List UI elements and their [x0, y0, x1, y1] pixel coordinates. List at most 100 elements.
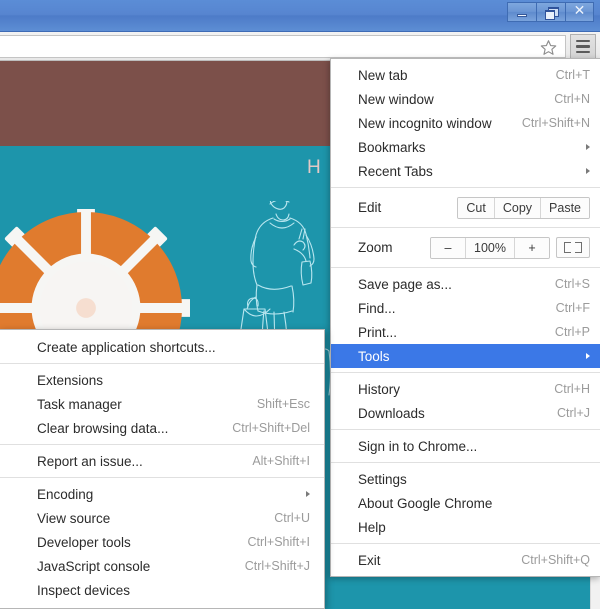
tools-item-extensions[interactable]: Extensions: [0, 368, 324, 392]
tools-item-javascript-console[interactable]: JavaScript console Ctrl+Shift+J: [0, 554, 324, 578]
menu-item-accel: Ctrl+T: [556, 68, 590, 82]
tools-group-report: Report an issue... Alt+Shift+I: [0, 449, 324, 473]
tools-separator: [0, 444, 324, 445]
menu-item-label: Sign in to Chrome...: [358, 439, 477, 454]
menu-item-find[interactable]: Find... Ctrl+F: [331, 296, 600, 320]
menu-item-label: Bookmarks: [358, 140, 426, 155]
menu-item-label: History: [358, 382, 400, 397]
menu-separator: [331, 227, 600, 228]
menu-item-accel: Ctrl+N: [554, 92, 590, 106]
close-button[interactable]: ✕: [565, 2, 594, 22]
menu-group-new: New tab Ctrl+T New window Ctrl+N New inc…: [331, 63, 600, 183]
tools-separator: [0, 363, 324, 364]
window-controls: ✕: [507, 1, 594, 23]
menu-item-tools[interactable]: Tools: [331, 344, 600, 368]
menu-item-downloads[interactable]: Downloads Ctrl+J: [331, 401, 600, 425]
menu-row-zoom: Zoom – 100% +: [331, 232, 600, 263]
tools-group-shortcuts: Create application shortcuts...: [0, 335, 324, 359]
copy-button[interactable]: Copy: [495, 198, 541, 218]
menu-item-exit[interactable]: Exit Ctrl+Shift+Q: [331, 548, 600, 572]
menu-item-sign-in-to-chrome[interactable]: Sign in to Chrome...: [331, 434, 600, 458]
menu-group-signin: Sign in to Chrome...: [331, 434, 600, 458]
menu-item-accel: Ctrl+H: [554, 382, 590, 396]
edit-button-group: Cut Copy Paste: [457, 197, 590, 219]
tools-item-label: Report an issue...: [37, 454, 143, 469]
menu-item-accel: Ctrl+Shift+Q: [521, 553, 590, 567]
menu-separator: [331, 187, 600, 188]
menu-item-print[interactable]: Print... Ctrl+P: [331, 320, 600, 344]
tools-item-label: Task manager: [37, 397, 122, 412]
menu-separator: [331, 372, 600, 373]
tools-item-label: Inspect devices: [37, 583, 130, 598]
menu-item-history[interactable]: History Ctrl+H: [331, 377, 600, 401]
menu-item-label: About Google Chrome: [358, 496, 492, 511]
menu-item-new-window[interactable]: New window Ctrl+N: [331, 87, 600, 111]
menu-item-recent-tabs[interactable]: Recent Tabs: [331, 159, 600, 183]
window-titlebar: ✕: [0, 0, 600, 32]
zoom-in-button[interactable]: +: [515, 238, 549, 258]
menu-item-new-incognito-window[interactable]: New incognito window Ctrl+Shift+N: [331, 111, 600, 135]
edit-row-label: Edit: [358, 200, 381, 215]
menu-item-label: Downloads: [358, 406, 425, 421]
bookmark-star-icon[interactable]: [540, 39, 557, 56]
site-header-letter: H: [307, 157, 321, 179]
menu-item-label: Find...: [358, 301, 396, 316]
tools-item-accel: Alt+Shift+I: [252, 454, 310, 468]
restore-button[interactable]: [536, 2, 565, 22]
paste-button[interactable]: Paste: [541, 198, 589, 218]
tools-item-label: Developer tools: [37, 535, 131, 550]
tools-item-accel: Ctrl+Shift+Del: [232, 421, 310, 435]
browser-window: ✕: [0, 0, 600, 609]
chevron-right-icon: [586, 168, 590, 174]
chrome-main-menu: New tab Ctrl+T New window Ctrl+N New inc…: [330, 58, 600, 577]
address-bar[interactable]: [0, 35, 566, 58]
zoom-controls: – 100% +: [430, 237, 590, 259]
browser-toolbar: [0, 32, 600, 61]
tools-item-clear-browsing-data[interactable]: Clear browsing data... Ctrl+Shift+Del: [0, 416, 324, 440]
fullscreen-icon: [564, 246, 571, 253]
close-icon: ✕: [574, 5, 586, 19]
tools-item-task-manager[interactable]: Task manager Shift+Esc: [0, 392, 324, 416]
cut-button[interactable]: Cut: [458, 198, 494, 218]
menu-row-edit: Edit Cut Copy Paste: [331, 192, 600, 223]
menu-item-accel: Ctrl+P: [555, 325, 590, 339]
menu-separator: [331, 462, 600, 463]
fullscreen-button[interactable]: [556, 237, 590, 258]
menu-item-label: Recent Tabs: [358, 164, 433, 179]
menu-item-new-tab[interactable]: New tab Ctrl+T: [331, 63, 600, 87]
menu-item-label: New tab: [358, 68, 408, 83]
menu-group-exit: Exit Ctrl+Shift+Q: [331, 548, 600, 572]
tools-item-report-an-issue[interactable]: Report an issue... Alt+Shift+I: [0, 449, 324, 473]
minimize-icon: [517, 14, 527, 17]
tools-item-developer-tools[interactable]: Developer tools Ctrl+Shift+I: [0, 530, 324, 554]
menu-item-bookmarks[interactable]: Bookmarks: [331, 135, 600, 159]
tools-group-developer: Encoding View source Ctrl+U Developer to…: [0, 482, 324, 602]
menu-item-accel: Ctrl+S: [555, 277, 590, 291]
menu-item-label: Print...: [358, 325, 397, 340]
menu-separator: [331, 543, 600, 544]
menu-item-accel: Ctrl+Shift+N: [522, 116, 590, 130]
tools-item-label: JavaScript console: [37, 559, 150, 574]
tools-item-encoding[interactable]: Encoding: [0, 482, 324, 506]
tools-item-create-application-shortcuts[interactable]: Create application shortcuts...: [0, 335, 324, 359]
menu-group-page: Save page as... Ctrl+S Find... Ctrl+F Pr…: [331, 272, 600, 368]
chrome-menu-button[interactable]: [570, 34, 596, 59]
tools-item-inspect-devices[interactable]: Inspect devices: [0, 578, 324, 602]
minimize-button[interactable]: [507, 2, 536, 22]
menu-item-label: Settings: [358, 472, 407, 487]
tools-item-accel: Ctrl+U: [274, 511, 310, 525]
restore-icon: [545, 7, 557, 18]
menu-item-settings[interactable]: Settings: [331, 467, 600, 491]
zoom-row-label: Zoom: [358, 240, 393, 255]
menu-item-label: Save page as...: [358, 277, 452, 292]
tools-item-label: Clear browsing data...: [37, 421, 168, 436]
tools-item-accel: Shift+Esc: [257, 397, 310, 411]
menu-item-save-page-as[interactable]: Save page as... Ctrl+S: [331, 272, 600, 296]
menu-item-help[interactable]: Help: [331, 515, 600, 539]
menu-item-about-google-chrome[interactable]: About Google Chrome: [331, 491, 600, 515]
zoom-out-button[interactable]: –: [431, 238, 466, 258]
tools-item-accel: Ctrl+Shift+I: [247, 535, 310, 549]
tools-item-view-source[interactable]: View source Ctrl+U: [0, 506, 324, 530]
fullscreen-icon: [575, 246, 582, 253]
tools-item-label: Extensions: [37, 373, 103, 388]
